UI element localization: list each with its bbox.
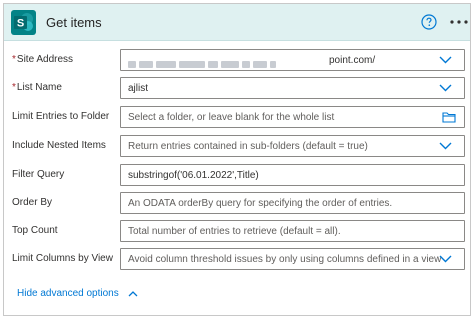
help-circle-icon[interactable] [421,14,437,30]
chevron-down-icon[interactable] [439,142,452,150]
nested-items-dropdown[interactable]: Return entries contained in sub-folders … [120,135,465,157]
filter-query-input[interactable]: substringof('06.01.2022',Title) [120,164,465,186]
action-header[interactable]: S Get items [4,4,470,41]
list-name-dropdown[interactable]: ajlist [120,77,465,99]
top-count-input[interactable]: Total number of entries to retrieve (def… [120,220,465,242]
list-name-label: *List Name [12,82,62,93]
chevron-down-icon[interactable] [439,84,452,92]
more-horizontal-icon[interactable] [450,20,468,24]
limit-columns-placeholder: Avoid column threshold issues by only us… [128,254,442,265]
limit-folder-placeholder: Select a folder, or leave blank for the … [128,112,335,123]
filter-query-label: Filter Query [12,169,65,180]
top-count-placeholder: Total number of entries to retrieve (def… [128,226,341,237]
hide-advanced-options-label[interactable]: Hide advanced options [17,288,119,299]
limit-columns-dropdown[interactable]: Avoid column threshold issues by only us… [120,248,465,270]
order-by-placeholder: An ODATA orderBy query for specifying th… [128,198,393,209]
nested-items-placeholder: Return entries contained in sub-folders … [128,141,368,152]
chevron-down-icon[interactable] [439,255,452,263]
hide-advanced-options-link[interactable]: Hide advanced options [17,288,138,299]
site-address-value: point.com/ [329,55,376,66]
chevron-up-icon[interactable] [128,290,138,297]
folder-picker-icon[interactable] [442,111,456,123]
sharepoint-icon: S [11,10,36,35]
sharepoint-letter: S [17,18,24,30]
order-by-label: Order By [12,197,53,208]
required-marker: * [12,82,16,93]
get-items-action-card: S Get items *Site Address point.com/ *Li… [3,3,471,316]
top-count-label: Top Count [12,225,58,236]
limit-folder-label: Limit Entries to Folder [12,111,110,122]
nested-items-label: Include Nested Items [12,140,106,151]
chevron-down-icon[interactable] [439,56,452,64]
redacted-site-url [128,56,328,69]
required-marker: * [12,54,16,65]
order-by-input[interactable]: An ODATA orderBy query for specifying th… [120,192,465,214]
filter-query-value: substringof('06.01.2022',Title) [128,170,259,181]
list-name-value: ajlist [128,83,149,94]
limit-folder-input[interactable]: Select a folder, or leave blank for the … [120,106,465,128]
limit-columns-label: Limit Columns by View [12,253,113,264]
action-title[interactable]: Get items [46,15,102,30]
site-address-label: *Site Address [12,54,74,65]
site-address-dropdown[interactable]: point.com/ [120,49,465,71]
